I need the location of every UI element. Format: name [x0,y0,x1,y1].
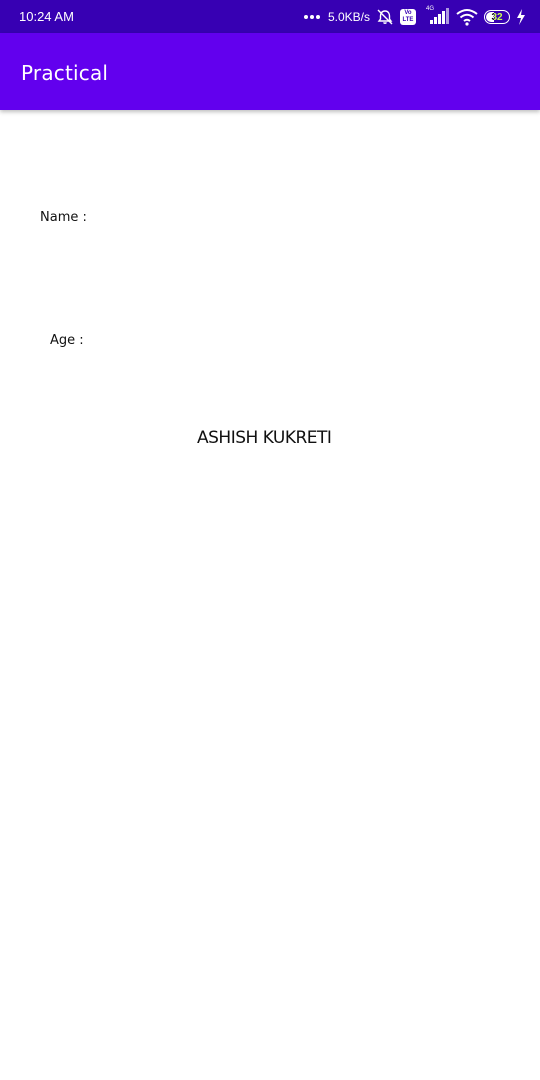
network-gen: 4G [426,6,435,12]
app-bar: Practical [0,33,540,110]
alarm-off-icon [377,9,393,25]
name-label: Name : [40,210,87,225]
cell-signal-icon: 4G [422,6,450,26]
network-speed: 5.0KB/s [327,10,370,24]
wifi-icon [456,9,478,26]
more-dots-icon [303,15,320,19]
battery-icon: 32 [484,10,510,24]
author-name: ASHISH KUKRETI [197,428,332,448]
status-icons: 5.0KB/s Vo LTE 4G 32 [303,6,526,28]
status-bar: 10:24 AM 5.0KB/s Vo LTE 4G 32 [0,0,540,33]
battery-level: 32 [491,11,503,23]
app-title: Practical [21,61,109,85]
age-label: Age : [50,333,84,348]
status-time: 10:24 AM [19,9,74,24]
volte-icon: Vo LTE [400,9,416,25]
charging-bolt-icon [517,9,525,25]
